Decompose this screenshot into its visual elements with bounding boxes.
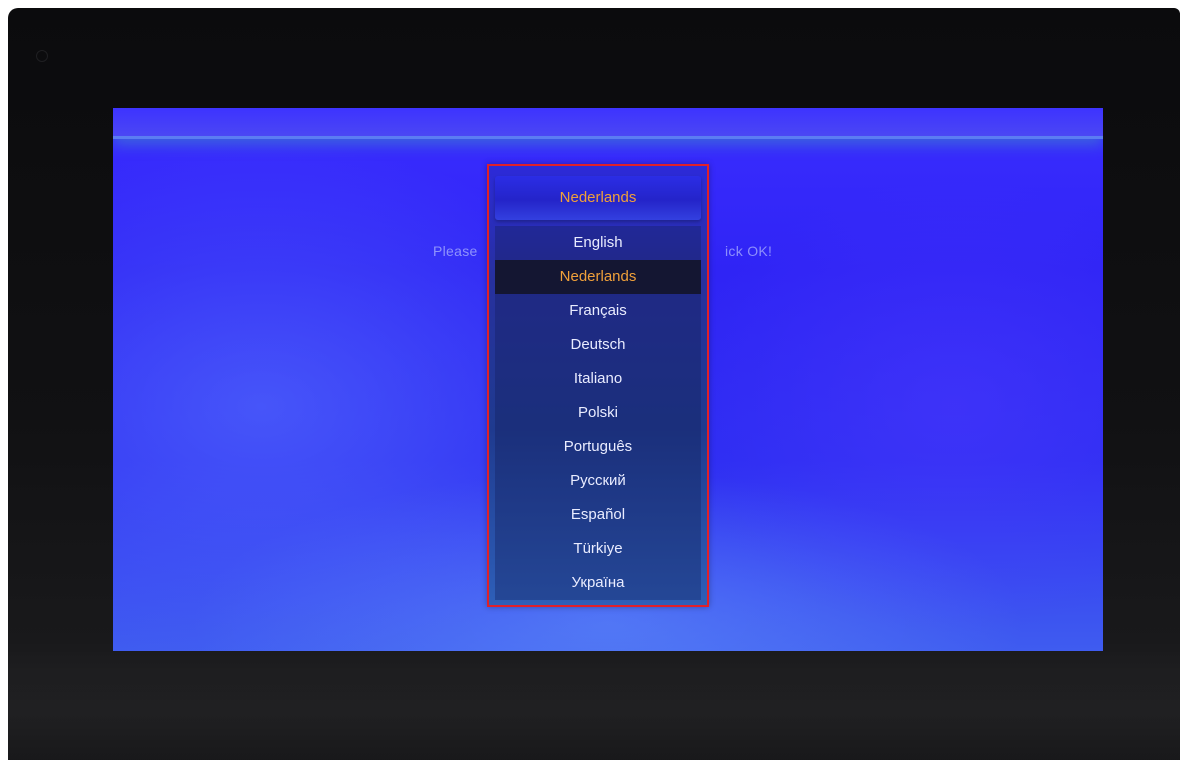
- language-option-nederlands[interactable]: Nederlands: [495, 260, 701, 294]
- language-option-ukraine[interactable]: Україна: [495, 566, 701, 600]
- prompt-text-right: ick OK!: [725, 243, 773, 259]
- screen-header-bar: [113, 108, 1103, 139]
- language-option-russian[interactable]: Русский: [495, 464, 701, 498]
- language-option-polski[interactable]: Polski: [495, 396, 701, 430]
- language-option-portugues[interactable]: Português: [495, 430, 701, 464]
- language-list[interactable]: English Nederlands Français Deutsch Ital…: [495, 226, 701, 600]
- language-option-deutsch[interactable]: Deutsch: [495, 328, 701, 362]
- device-bezel: Please ick OK! Nederlands English Nederl…: [8, 8, 1180, 760]
- language-option-italiano[interactable]: Italiano: [495, 362, 701, 396]
- language-select-dialog: Nederlands English Nederlands Français D…: [487, 164, 709, 607]
- language-option-english[interactable]: English: [495, 226, 701, 260]
- prompt-text-left: Please: [433, 243, 478, 259]
- camera-sensor: [36, 50, 48, 62]
- current-language-title: Nederlands: [495, 176, 701, 220]
- language-option-turkiye[interactable]: Türkiye: [495, 532, 701, 566]
- language-option-francais[interactable]: Français: [495, 294, 701, 328]
- language-option-espanol[interactable]: Español: [495, 498, 701, 532]
